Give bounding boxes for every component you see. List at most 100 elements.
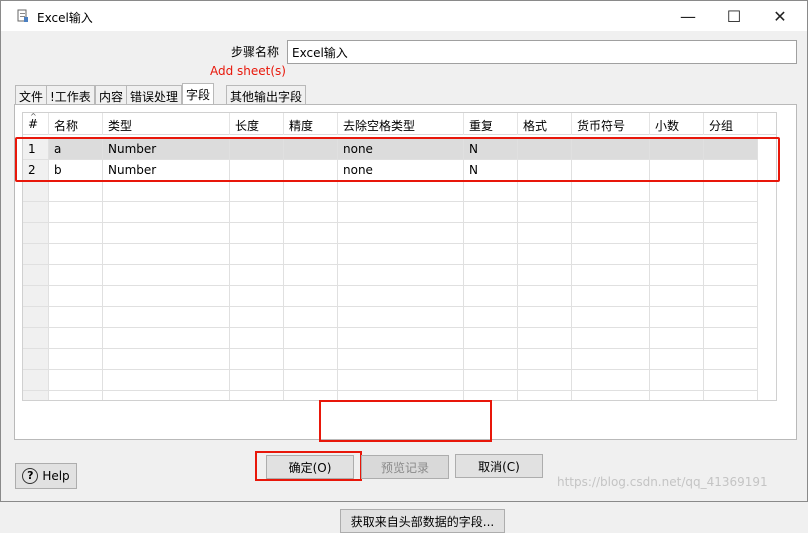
empty-table-row <box>23 286 776 307</box>
empty-cell <box>572 349 650 370</box>
empty-cell <box>23 307 49 328</box>
empty-cell <box>338 265 464 286</box>
cell-type[interactable]: Number <box>103 139 230 160</box>
cell-currency[interactable] <box>572 160 650 181</box>
table-header: ^ # 名称 类型 长度 精度 去除空格类型 重复 格式 货币符号 小数 分组 <box>23 113 776 135</box>
cell-length[interactable] <box>230 160 284 181</box>
tab-content[interactable]: 内容 <box>95 85 128 105</box>
column-header-decimal[interactable]: 小数 <box>650 113 704 135</box>
column-header-name[interactable]: 名称 <box>49 113 103 135</box>
empty-cell <box>518 265 572 286</box>
empty-cell <box>23 349 49 370</box>
empty-cell <box>103 265 230 286</box>
cell-type[interactable]: Number <box>103 160 230 181</box>
step-name-input[interactable] <box>287 40 797 64</box>
get-fields-button[interactable]: 获取来自头部数据的字段... <box>340 509 505 533</box>
column-header-index[interactable]: ^ # <box>23 113 49 135</box>
cell-length[interactable] <box>230 139 284 160</box>
tab-other-output-fields[interactable]: 其他输出字段 <box>226 85 307 105</box>
tab-error-handling[interactable]: 错误处理 <box>126 85 183 105</box>
cell-decimal[interactable] <box>650 139 704 160</box>
cell-repeat[interactable]: N <box>464 139 518 160</box>
empty-cell <box>650 349 704 370</box>
empty-cell <box>464 286 518 307</box>
empty-cell <box>572 391 650 400</box>
tab-fields[interactable]: 字段 <box>182 83 215 105</box>
empty-cell <box>650 265 704 286</box>
cell-format[interactable] <box>518 160 572 181</box>
empty-cell <box>338 244 464 265</box>
empty-cell <box>518 349 572 370</box>
column-header-format[interactable]: 格式 <box>518 113 572 135</box>
empty-table-row <box>23 244 776 265</box>
empty-cell <box>650 391 704 400</box>
empty-cell <box>572 181 650 202</box>
empty-cell <box>23 223 49 244</box>
help-button[interactable]: ? Help <box>15 463 77 489</box>
cell-trim-type[interactable]: none <box>338 160 464 181</box>
cell-precision[interactable] <box>284 139 338 160</box>
cell-group[interactable] <box>704 160 758 181</box>
empty-cell <box>704 181 758 202</box>
empty-cell <box>49 223 103 244</box>
column-header-repeat[interactable]: 重复 <box>464 113 518 135</box>
table-row[interactable]: 2 b Number none N <box>23 160 776 181</box>
column-header-type[interactable]: 类型 <box>103 113 230 135</box>
empty-cell <box>650 286 704 307</box>
cell-name[interactable]: b <box>49 160 103 181</box>
empty-cell <box>650 181 704 202</box>
empty-cell <box>704 286 758 307</box>
dialog-window: Excel输入 — ☐ ✕ 步骤名称 Add sheet(s) 文件 !工作表 … <box>0 0 808 533</box>
empty-cell <box>464 265 518 286</box>
cell-precision[interactable] <box>284 160 338 181</box>
empty-cell <box>572 328 650 349</box>
watermark-text: https://blog.csdn.net/qq_41369191 <box>557 475 768 489</box>
empty-cell <box>518 181 572 202</box>
empty-cell <box>518 244 572 265</box>
row-number: 1 <box>23 139 49 160</box>
cell-trim-type[interactable]: none <box>338 139 464 160</box>
column-header-currency[interactable]: 货币符号 <box>572 113 650 135</box>
empty-cell <box>49 307 103 328</box>
column-header-group[interactable]: 分组 <box>704 113 758 135</box>
cell-name[interactable]: a <box>49 139 103 160</box>
add-sheet-link[interactable]: Add sheet(s) <box>210 64 286 78</box>
table-row[interactable]: 1 a Number none N <box>23 139 776 160</box>
cell-repeat[interactable]: N <box>464 160 518 181</box>
empty-cell <box>572 307 650 328</box>
empty-cell <box>49 370 103 391</box>
cell-decimal[interactable] <box>650 160 704 181</box>
empty-cell <box>704 223 758 244</box>
empty-cell <box>23 391 49 400</box>
close-button[interactable]: ✕ <box>757 1 803 31</box>
empty-table-row <box>23 328 776 349</box>
cell-format[interactable] <box>518 139 572 160</box>
empty-cell <box>49 265 103 286</box>
ok-button[interactable]: 确定(O) <box>266 455 354 479</box>
column-header-length[interactable]: 长度 <box>230 113 284 135</box>
minimize-button[interactable]: — <box>665 1 711 31</box>
maximize-button[interactable]: ☐ <box>711 1 757 31</box>
tab-sheet[interactable]: !工作表 <box>46 85 95 105</box>
empty-cell <box>230 244 284 265</box>
column-header-precision[interactable]: 精度 <box>284 113 338 135</box>
window-title: Excel输入 <box>37 11 93 25</box>
cancel-button[interactable]: 取消(C) <box>455 454 543 478</box>
empty-cell <box>49 328 103 349</box>
empty-cell <box>338 391 464 400</box>
empty-cell <box>338 223 464 244</box>
tab-file[interactable]: 文件 <box>15 85 48 105</box>
empty-cell <box>464 391 518 400</box>
cell-currency[interactable] <box>572 139 650 160</box>
preview-button[interactable]: 预览记录 <box>361 455 449 479</box>
empty-cell <box>284 349 338 370</box>
empty-cell <box>650 244 704 265</box>
cell-group[interactable] <box>704 139 758 160</box>
empty-cell <box>572 202 650 223</box>
empty-cell <box>49 202 103 223</box>
empty-cell <box>650 370 704 391</box>
column-header-trim-type[interactable]: 去除空格类型 <box>338 113 464 135</box>
empty-cell <box>23 286 49 307</box>
empty-cell <box>518 391 572 400</box>
empty-cell <box>704 202 758 223</box>
